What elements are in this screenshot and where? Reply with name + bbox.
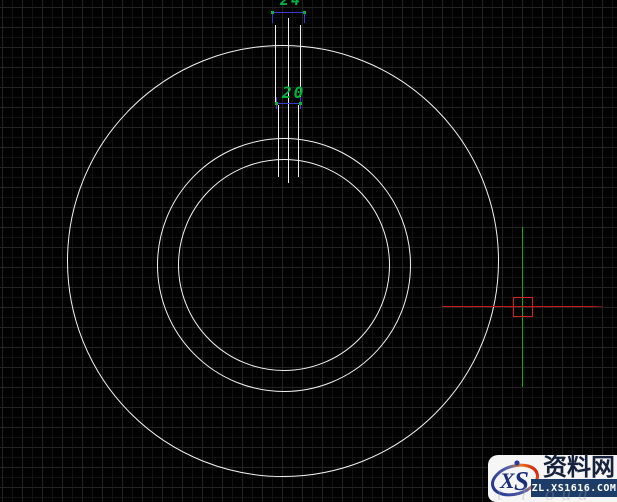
dim-width-line[interactable] (276, 103, 301, 104)
dim-width-value[interactable]: 20 (282, 83, 305, 102)
watermark-logo-box: X S 资料网 ZL.XS1616.COM (488, 455, 617, 502)
keyway-lower-right-edge[interactable] (298, 105, 299, 177)
watermark-site-name: 资料网 (543, 454, 615, 481)
watermark-domain-text: ZL.XS1616.COM (531, 482, 617, 494)
keyway-upper-left-edge[interactable] (275, 25, 276, 105)
logo-letter-s: S (514, 466, 529, 496)
cursor-pickbox (513, 297, 533, 317)
dim-top-arrow-right (303, 11, 306, 14)
dim-width-arrow-right (299, 102, 302, 105)
bore-circle[interactable] (178, 159, 390, 371)
dim-top-line[interactable] (272, 12, 305, 13)
dim-width-arrow-left (275, 102, 278, 105)
watermark-domain-bar: ZL.XS1616.COM (531, 479, 617, 497)
dim-top-value[interactable]: 24 (280, 0, 302, 9)
dim-top-arrow-left (271, 11, 274, 14)
keyway-lower-left-edge[interactable] (278, 105, 279, 177)
cad-canvas[interactable]: 24 20 t l oud X S 资料网 ZL.XS1616.COM (0, 0, 617, 502)
logo-dot (514, 460, 520, 466)
